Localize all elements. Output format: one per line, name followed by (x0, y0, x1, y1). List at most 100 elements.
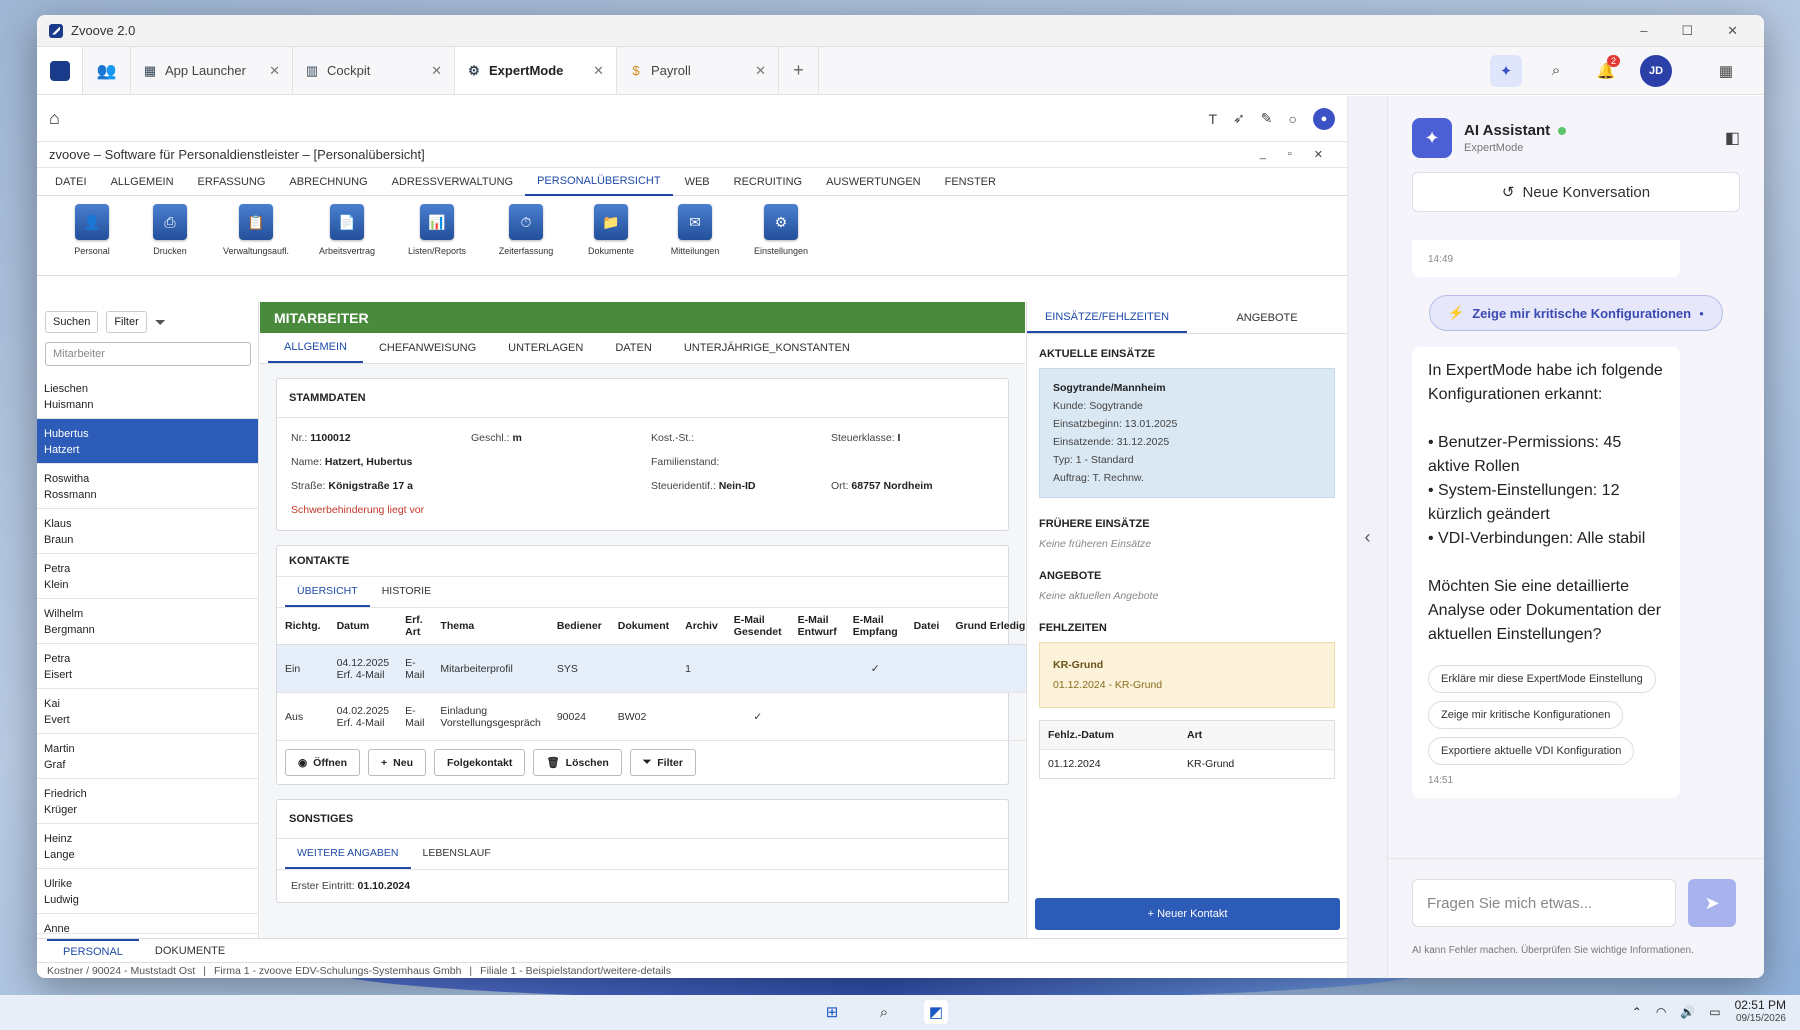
col-erf-art[interactable]: Erf. Art (397, 608, 433, 645)
volume-icon[interactable]: 🔊 (1680, 1005, 1695, 1019)
maximize-button[interactable]: ☐ (1681, 23, 1693, 39)
employee-search-input[interactable]: Mitarbeiter (45, 342, 251, 366)
circle-tool-icon[interactable]: ○ (1289, 111, 1297, 127)
panel-toggle-icon[interactable]: ◧ (1725, 128, 1740, 148)
employee-item[interactable]: Martin Graf (37, 734, 258, 779)
chat-scroll-area[interactable]: 14:49 ⚡ Zeige mir kritische Konfiguration… (1388, 240, 1764, 852)
employee-item[interactable]: Heinz Lange (37, 824, 258, 869)
tab-dokumente[interactable]: DOKUMENTE (139, 939, 241, 962)
oeffnen-button[interactable]: ◉ Öffnen (285, 749, 360, 776)
menu-datei[interactable]: DATEI (43, 168, 99, 196)
tab-lebenslauf[interactable]: LEBENSLAUF (411, 839, 503, 869)
ribbon-dokumente[interactable]: 📁 Dokumente (569, 204, 653, 256)
pointer-tool-icon[interactable]: ➶ (1233, 110, 1245, 127)
people-tab[interactable]: 👥 (83, 47, 131, 94)
menu-allgemein[interactable]: ALLGEMEIN (99, 168, 186, 196)
minimize-button[interactable]: – (1640, 23, 1647, 39)
col-thema[interactable]: Thema (432, 608, 549, 645)
subtab-daten[interactable]: DATEN (599, 333, 667, 363)
col-datei[interactable]: Datei (905, 608, 948, 645)
subtab-allgemein[interactable]: ALLGEMEIN (268, 333, 363, 363)
tab-uebersicht[interactable]: ÜBERSICHT (285, 577, 370, 607)
pen-tool-icon[interactable]: ✎ (1261, 110, 1273, 127)
tab-payroll[interactable]: $ Payroll ✕ (617, 47, 779, 94)
menu-recruiting[interactable]: RECRUITING (722, 168, 814, 196)
ribbon-personal[interactable]: 👤 Personal (53, 204, 131, 256)
menu-auswertungen[interactable]: AUSWERTUNGEN (814, 168, 933, 196)
subtab-unterlagen[interactable]: UNTERLAGEN (492, 333, 599, 363)
col-bediener[interactable]: Bediener (548, 608, 610, 645)
loeschen-button[interactable]: 🗑 Löschen (533, 749, 622, 776)
table-filter-button[interactable]: ⏷ Filter (629, 749, 696, 776)
search-icon[interactable]: ⌕ (872, 1000, 896, 1024)
employee-item[interactable]: Lieschen Huismann (37, 374, 258, 419)
new-tab-button[interactable]: + (779, 47, 819, 94)
table-row[interactable]: Ein 04.12.2025 Erf. 4-Mail E-Mail Mitarb… (277, 644, 1034, 693)
home-tab[interactable] (37, 47, 83, 94)
tab-personal[interactable]: PERSONAL (47, 939, 139, 962)
col-richtg[interactable]: Richtg. (277, 608, 329, 645)
employee-item[interactable]: Roswitha Rossmann (37, 464, 258, 509)
ribbon-mitteilungen[interactable]: ✉ Mitteilungen (653, 204, 737, 256)
chevron-up-icon[interactable]: ⌃ (1632, 1005, 1642, 1019)
subtab-konstanten[interactable]: UNTERJÄHRIGE_KONSTANTEN (668, 333, 866, 363)
menu-fenster[interactable]: FENSTER (933, 168, 1008, 196)
employee-item[interactable]: Ulrike Ludwig (37, 869, 258, 914)
table-row[interactable]: 01.12.2024 KR-Grund (1040, 750, 1334, 778)
col-datum[interactable]: Datum (328, 608, 398, 645)
menu-personaluebersicht[interactable]: PERSONALÜBERSICHT (525, 168, 673, 196)
einsatz-card[interactable]: Sogytrande/Mannheim Kunde: Sogytrande Ei… (1039, 368, 1335, 498)
employee-item[interactable]: Petra Klein (37, 554, 258, 599)
menu-erfassung[interactable]: ERFASSUNG (186, 168, 278, 196)
neuer-kontakt-button[interactable]: + Neuer Kontakt (1035, 898, 1340, 930)
menu-web[interactable]: WEB (673, 168, 722, 196)
user-avatar[interactable]: JD (1640, 54, 1672, 87)
app-minimize-button[interactable]: _ (1260, 148, 1266, 161)
windows-start-icon[interactable]: ⊞ (820, 1000, 844, 1024)
zvoove-taskbar-icon[interactable]: ◩ (924, 1000, 948, 1024)
funnel-icon[interactable]: ⏷ (155, 314, 166, 331)
close-tab-icon[interactable]: ✕ (431, 63, 442, 79)
col-dokument[interactable]: Dokument (609, 608, 678, 645)
employee-item[interactable]: Petra Eisert (37, 644, 258, 689)
suggestion-chip[interactable]: Zeige mir kritische Konfigurationen (1428, 701, 1624, 729)
employee-item[interactable]: Friedrich Krüger (37, 779, 258, 824)
home-icon[interactable]: ⌂ (49, 108, 60, 129)
employee-item[interactable]: Wilhelm Bergmann (37, 599, 258, 644)
close-tab-icon[interactable]: ✕ (593, 63, 604, 79)
chat-input[interactable]: Fragen Sie mich etwas... (1412, 879, 1676, 927)
close-window-button[interactable]: ✕ (1727, 23, 1738, 39)
filter-button[interactable]: Filter (106, 311, 147, 333)
user-icon[interactable]: ● (1313, 107, 1335, 130)
col-archiv[interactable]: Archiv (677, 608, 726, 645)
tab-historie[interactable]: HISTORIE (370, 577, 443, 607)
ribbon-einstellungen[interactable]: ⚙ Einstellungen (737, 204, 825, 256)
menu-adressverwaltung[interactable]: ADRESSVERWALTUNG (380, 168, 525, 196)
text-tool-icon[interactable]: T (1209, 111, 1218, 127)
ribbon-verwaltung[interactable]: 📋 Verwaltungsaufl. (209, 204, 303, 256)
tab-app-launcher[interactable]: ▦ App Launcher ✕ (131, 47, 293, 94)
tab-cockpit[interactable]: ▥ Cockpit ✕ (293, 47, 455, 94)
table-row[interactable]: Aus 04.02.2025 Erf. 4-Mail E-Mail Einlad… (277, 692, 1034, 741)
employee-item-selected[interactable]: Hubertus Hatzert (37, 419, 258, 464)
fehlzeit-card[interactable]: KR-Grund 01.12.2024 - KR-Grund (1039, 642, 1335, 708)
ai-sparkle-button[interactable]: ✦ (1490, 54, 1522, 87)
search-button[interactable]: ⌕ (1540, 55, 1572, 87)
employee-item[interactable]: Kai Evert (37, 689, 258, 734)
suggestion-chip[interactable]: Erkläre mir diese ExpertMode Einstellung (1428, 665, 1656, 693)
col-grund[interactable]: Grund Erledig (947, 608, 1034, 645)
menu-abrechnung[interactable]: ABRECHNUNG (277, 168, 379, 196)
neu-button[interactable]: + Neu (368, 749, 426, 776)
close-tab-icon[interactable]: ✕ (755, 63, 766, 79)
apps-grid-button[interactable]: ▦ (1710, 55, 1742, 87)
close-tab-icon[interactable]: ✕ (269, 63, 280, 79)
employee-item[interactable]: Klaus Braun (37, 509, 258, 554)
col-email-gesendet[interactable]: E-Mail Gesendet (725, 608, 790, 645)
taskbar-clock[interactable]: 02:51 PM 09/15/2026 (1735, 998, 1786, 1026)
app-maximize-button[interactable]: ▫ (1288, 148, 1292, 161)
battery-icon[interactable]: ▭ (1709, 1005, 1720, 1019)
collapse-panel-button[interactable]: ‹ (1347, 96, 1387, 978)
col-email-empfang[interactable]: E-Mail Empfang (844, 608, 906, 645)
folgekontakt-button[interactable]: Folgekontakt (433, 749, 526, 776)
subtab-chefanweisung[interactable]: CHEFANWEISUNG (363, 333, 492, 363)
